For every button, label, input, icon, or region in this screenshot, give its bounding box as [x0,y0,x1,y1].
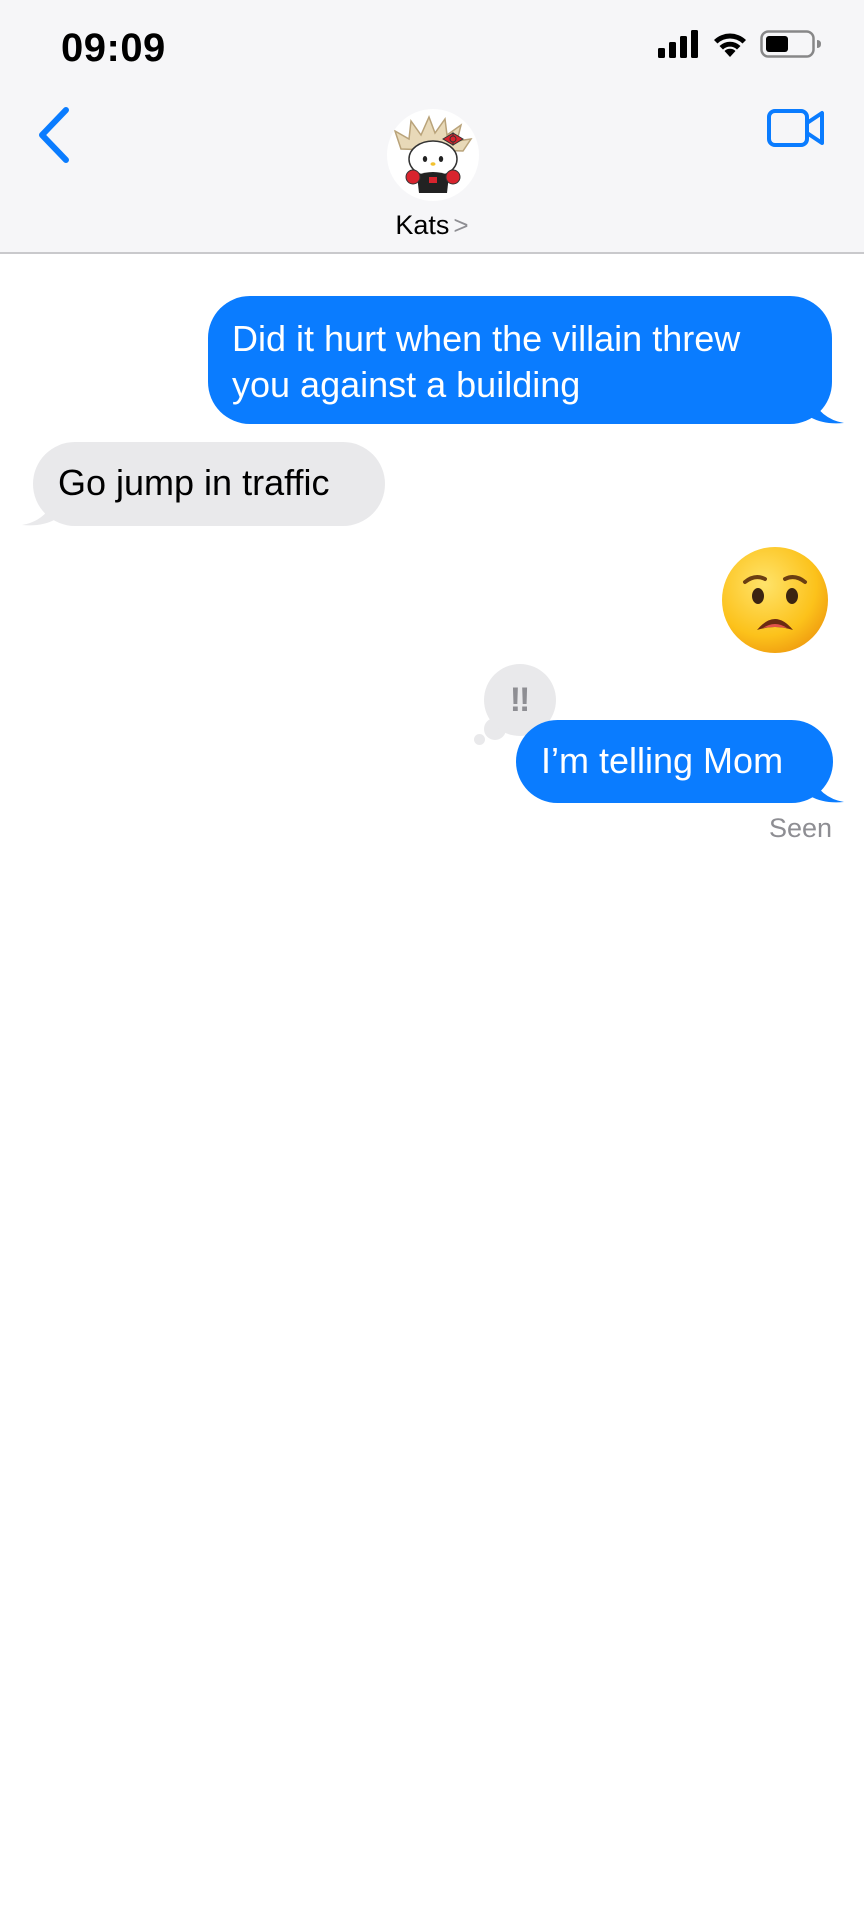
video-call-button[interactable] [766,105,826,151]
message-bubble-sent[interactable]: I’m telling Mom [516,720,833,803]
message-bubble-sent[interactable]: Did it hurt when the villain threw you a… [208,296,832,424]
contact-avatar[interactable] [387,109,479,201]
status-time: 09:09 [61,26,166,70]
contact-name-button[interactable]: Kats > [0,210,864,241]
bubble-tail [22,497,56,526]
back-button[interactable] [30,100,80,170]
read-receipt: Seen [768,813,832,843]
bubble-tail [810,395,844,424]
message-text: Did it hurt when the villain threw you a… [232,318,741,405]
status-icons [658,30,822,58]
cellular-signal-icon [658,30,698,58]
message-bubble-received[interactable]: Go jump in traffic [33,442,385,526]
avatar-illustration [393,115,473,193]
chevron-right-icon: > [453,210,469,240]
anguished-face-emoji[interactable] [721,546,829,654]
bubble-tail [810,774,844,803]
message-text: I’m telling Mom [541,740,784,781]
battery-icon [760,30,821,58]
conversation-header: 09:09 Kats > [0,0,864,254]
message-text: Go jump in traffic [58,462,330,503]
tapback-tail-small [474,734,485,745]
wifi-icon [714,33,746,57]
contact-name: Kats [395,210,450,240]
